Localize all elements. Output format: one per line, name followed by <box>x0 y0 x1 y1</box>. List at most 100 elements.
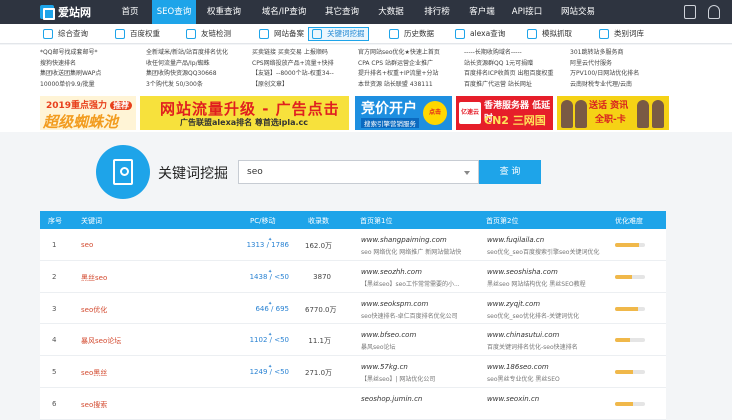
ad-link[interactable]: 集团收购快资源QQ30668 <box>146 69 264 80</box>
keyword-link[interactable]: seo搜索 <box>81 400 107 410</box>
nav-item-client[interactable]: 客户端 <box>460 0 504 24</box>
table-row: 4 暴风seo论坛 1102 / <50 11.1万 www.bfseo.com 暴风se… <box>40 324 666 357</box>
ad-link[interactable]: 搜狗快速排名 <box>40 59 158 70</box>
trend-icon: ✦ <box>268 300 273 307</box>
rank1-url[interactable]: www.bfseo.com <box>361 331 416 339</box>
ad-link[interactable]: 百度推广代运营 站长网址 <box>464 80 582 91</box>
pc-mobile-value[interactable]: 1438 / <50 <box>243 273 289 281</box>
rank2-desc: 黑丝seo 网站结构优化 黑丝SEO教程 <box>487 280 586 288</box>
difficulty-fill <box>615 243 639 247</box>
col-header[interactable]: PC/移动 <box>250 216 275 226</box>
pc-mobile-value[interactable]: 1249 / <50 <box>243 368 289 376</box>
rank1-url[interactable]: www.shangpaiming.com <box>361 236 447 244</box>
nav-item-bigdata[interactable]: 大数据 <box>368 0 414 24</box>
pc-mobile-value[interactable]: 1102 / <50 <box>243 336 289 344</box>
rank2-url[interactable]: www.seoshisha.com <box>487 268 558 276</box>
ad-link[interactable]: *QQ邮号找成套邮号* <box>40 48 158 59</box>
keyword-link[interactable]: seo优化 <box>81 305 107 315</box>
ad-link[interactable]: 阿里云代付服务 <box>570 59 670 70</box>
ad-column: 买卖链接 买卖交易 上报顺码 CPS网络投放产品+流量+快排 【友链】--8000个… <box>252 48 370 90</box>
ad-link[interactable]: 本世资源 站长联盟 438111 <box>358 80 476 91</box>
ad-link[interactable]: 10000单价9.9/批量 <box>40 80 158 91</box>
tool-crawl[interactable]: 模拟抓取 <box>524 27 575 41</box>
ad-link[interactable]: 百度排名ICP收首页 出租百度权重 <box>464 69 582 80</box>
rank1-url[interactable]: seoshop.jumin.cn <box>361 395 422 403</box>
banner-faces[interactable]: 送话 资讯 全职-卡 <box>557 96 669 130</box>
tool-label: 历史数据 <box>404 29 434 38</box>
ad-link[interactable]: 云南财税专业代理/云南 <box>570 80 670 91</box>
ad-link[interactable]: 万PV100/日网站优化排名 <box>570 69 670 80</box>
keyword-link[interactable]: seo <box>81 241 93 249</box>
tool-keyword-mining[interactable]: 关键词挖掘 <box>308 27 369 41</box>
nav-item-weight[interactable]: 权重查询 <box>196 0 252 24</box>
pc-mobile-value[interactable]: 1313 / 1786 <box>243 241 289 249</box>
ad-link[interactable]: 提升排名+权重+IP流量+分站 <box>358 69 476 80</box>
col-header[interactable]: 优化难度 <box>615 216 643 226</box>
ad-link[interactable]: 【友链】--8000个站-权重34-- <box>252 69 370 80</box>
keyword-link[interactable]: 暴风seo论坛 <box>81 336 121 346</box>
banner-title: 2019重点强力 推荐 <box>46 98 133 111</box>
ad-link[interactable]: -----长期收购域名----- <box>464 48 582 59</box>
ad-link[interactable]: 收任何流量产品/Ip/蜘蛛 <box>146 59 264 70</box>
row-number: 4 <box>52 336 57 345</box>
col-header[interactable]: 收录数 <box>308 216 329 226</box>
rank2-url[interactable]: www.186seo.com <box>487 363 549 371</box>
tool-alexa[interactable]: alexa查询 <box>452 27 508 41</box>
ad-link[interactable]: 集团收送团集刷WAP点 <box>40 69 158 80</box>
tool-label: 综合查询 <box>58 29 88 38</box>
rank1-url[interactable]: www.seozhh.com <box>361 268 422 276</box>
ad-link[interactable]: 301跳转站多服务商 <box>570 48 670 59</box>
ad-link[interactable]: CPS网络投放产品+流量+快排 <box>252 59 370 70</box>
banner-bidding[interactable]: 竞价开户 搜索引擎营销服务 点击 <box>355 96 452 130</box>
mobile-icon[interactable] <box>684 5 696 19</box>
rank2-url[interactable]: www.fuqilaila.cn <box>487 236 544 244</box>
chevron-down-icon[interactable] <box>464 171 470 175</box>
nav-item-ranking[interactable]: 排行榜 <box>414 0 460 24</box>
nav-item-domain-ip[interactable]: 域名/IP查询 <box>252 0 316 24</box>
keyword-search-input[interactable]: seo <box>238 160 479 184</box>
ad-link[interactable]: 官方网站seo优化★快速上首页 <box>358 48 476 59</box>
banner-hk-server[interactable]: 亿速云 香港服务器 低延时 CN2 三网国际带宽 <box>456 96 553 130</box>
ad-link[interactable]: 【原创文章】 <box>252 80 370 91</box>
ad-link[interactable]: CPA CPS 站群运营企业推广 <box>358 59 476 70</box>
ad-link[interactable]: 3个购代发 50/300条 <box>146 80 264 91</box>
ad-link[interactable]: 全新域米/新站/站百度排名优化 <box>146 48 264 59</box>
keyword-icon <box>312 29 322 39</box>
difficulty-fill <box>615 306 638 311</box>
keyword-link[interactable]: seo黑丝 <box>81 368 107 378</box>
tools-bar: 综合查询 百度权重 友链检测 网站备案 关键词挖掘 历史数据 alexa查询 模… <box>0 24 732 44</box>
tool-baidu-weight[interactable]: 百度权重 <box>112 27 163 41</box>
tool-friendlink[interactable]: 友链检测 <box>183 27 234 41</box>
ad-link[interactable]: 买卖链接 买卖交易 上报顺码 <box>252 48 370 59</box>
nav-item-other[interactable]: 其它查询 <box>316 0 368 24</box>
ad-link[interactable]: 站长资源群QQ 1元可捐赠 <box>464 59 582 70</box>
tool-icp[interactable]: 网站备案 <box>256 27 307 41</box>
keyword-link[interactable]: 黑丝seo <box>81 273 107 283</box>
nav-item-home[interactable]: 首页 <box>108 0 152 24</box>
col-header: 关键词 <box>81 217 102 225</box>
rank1-url[interactable]: www.57kg.cn <box>361 363 408 371</box>
nav-item-seo[interactable]: SEO查询 <box>152 0 196 24</box>
banner-text: 2019重点强力 <box>46 101 108 111</box>
rank2-url[interactable]: www.chinasutui.com <box>487 331 559 339</box>
rank2-url[interactable]: www.seoxin.cn <box>487 395 539 403</box>
tool-category[interactable]: 类别词库 <box>596 27 647 41</box>
nav-item-api[interactable]: API接口 <box>504 0 550 24</box>
tool-overview[interactable]: 综合查询 <box>40 27 91 41</box>
trend-icon: ✦ <box>268 332 273 339</box>
banner-spider-pool[interactable]: 2019重点强力 推荐 超级蜘蛛池 <box>40 96 136 130</box>
nav-item-trade[interactable]: 网站交易 <box>550 0 606 24</box>
tool-history[interactable]: 历史数据 <box>386 27 437 41</box>
rank1-desc: 【黑丝seo】seo工作常常需要的小... <box>361 280 460 288</box>
site-logo[interactable]: 爱站网 <box>40 4 91 20</box>
bell-icon[interactable] <box>708 5 720 19</box>
pc-mobile-value[interactable]: 646 / 695 <box>243 305 289 313</box>
rank1-url[interactable]: www.seokspm.com <box>361 300 428 308</box>
col-header: 首页第1位 <box>360 217 393 225</box>
banner-traffic[interactable]: 网站流量升级 - 广告点击 广告联盟alexa排名 尊首选ipla.cc <box>140 96 349 130</box>
search-button[interactable]: 查 询 <box>479 160 541 184</box>
difficulty-bar <box>615 338 645 343</box>
rank2-url[interactable]: www.zyqjt.com <box>487 300 540 308</box>
page-title: 关键词挖掘 <box>158 166 228 182</box>
table-header: 序号 关键词 PC/移动 收录数 首页第1位 首页第2位 优化难度 <box>40 211 666 229</box>
